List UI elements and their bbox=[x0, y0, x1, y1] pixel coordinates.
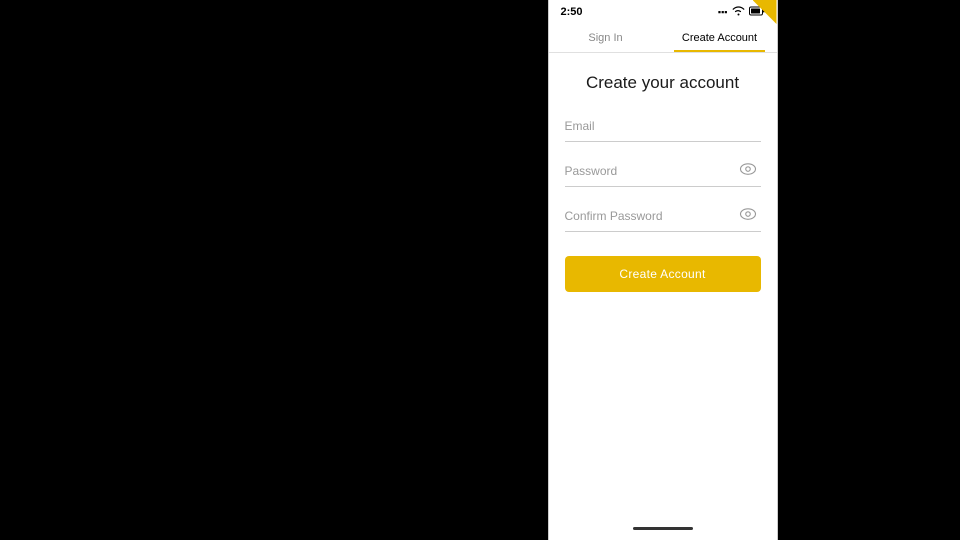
main-content: Create your account bbox=[549, 53, 777, 519]
signal-icon: ▪▪▪ bbox=[718, 7, 728, 17]
email-group bbox=[565, 115, 761, 142]
wifi-icon bbox=[732, 6, 745, 18]
home-bar bbox=[633, 527, 693, 530]
create-account-button[interactable]: Create Account bbox=[565, 256, 761, 292]
confirm-password-input[interactable] bbox=[565, 205, 761, 232]
home-indicator bbox=[549, 519, 777, 540]
tab-sign-in[interactable]: Sign In bbox=[549, 22, 663, 52]
password-input[interactable] bbox=[565, 160, 761, 187]
email-input[interactable] bbox=[565, 115, 761, 142]
password-group bbox=[565, 160, 761, 187]
status-time: 2:50 bbox=[561, 6, 583, 18]
phone-frame: 2:50 ▪▪▪ Sign In bbox=[548, 0, 778, 540]
tab-bar: Sign In Create Account bbox=[549, 22, 777, 53]
confirm-password-group bbox=[565, 205, 761, 232]
password-eye-icon[interactable] bbox=[739, 162, 757, 176]
status-bar: 2:50 ▪▪▪ bbox=[549, 0, 777, 22]
status-icons: ▪▪▪ bbox=[718, 6, 765, 18]
page-title: Create your account bbox=[565, 73, 761, 93]
tab-create-account[interactable]: Create Account bbox=[663, 22, 777, 52]
confirm-password-eye-icon[interactable] bbox=[739, 207, 757, 221]
